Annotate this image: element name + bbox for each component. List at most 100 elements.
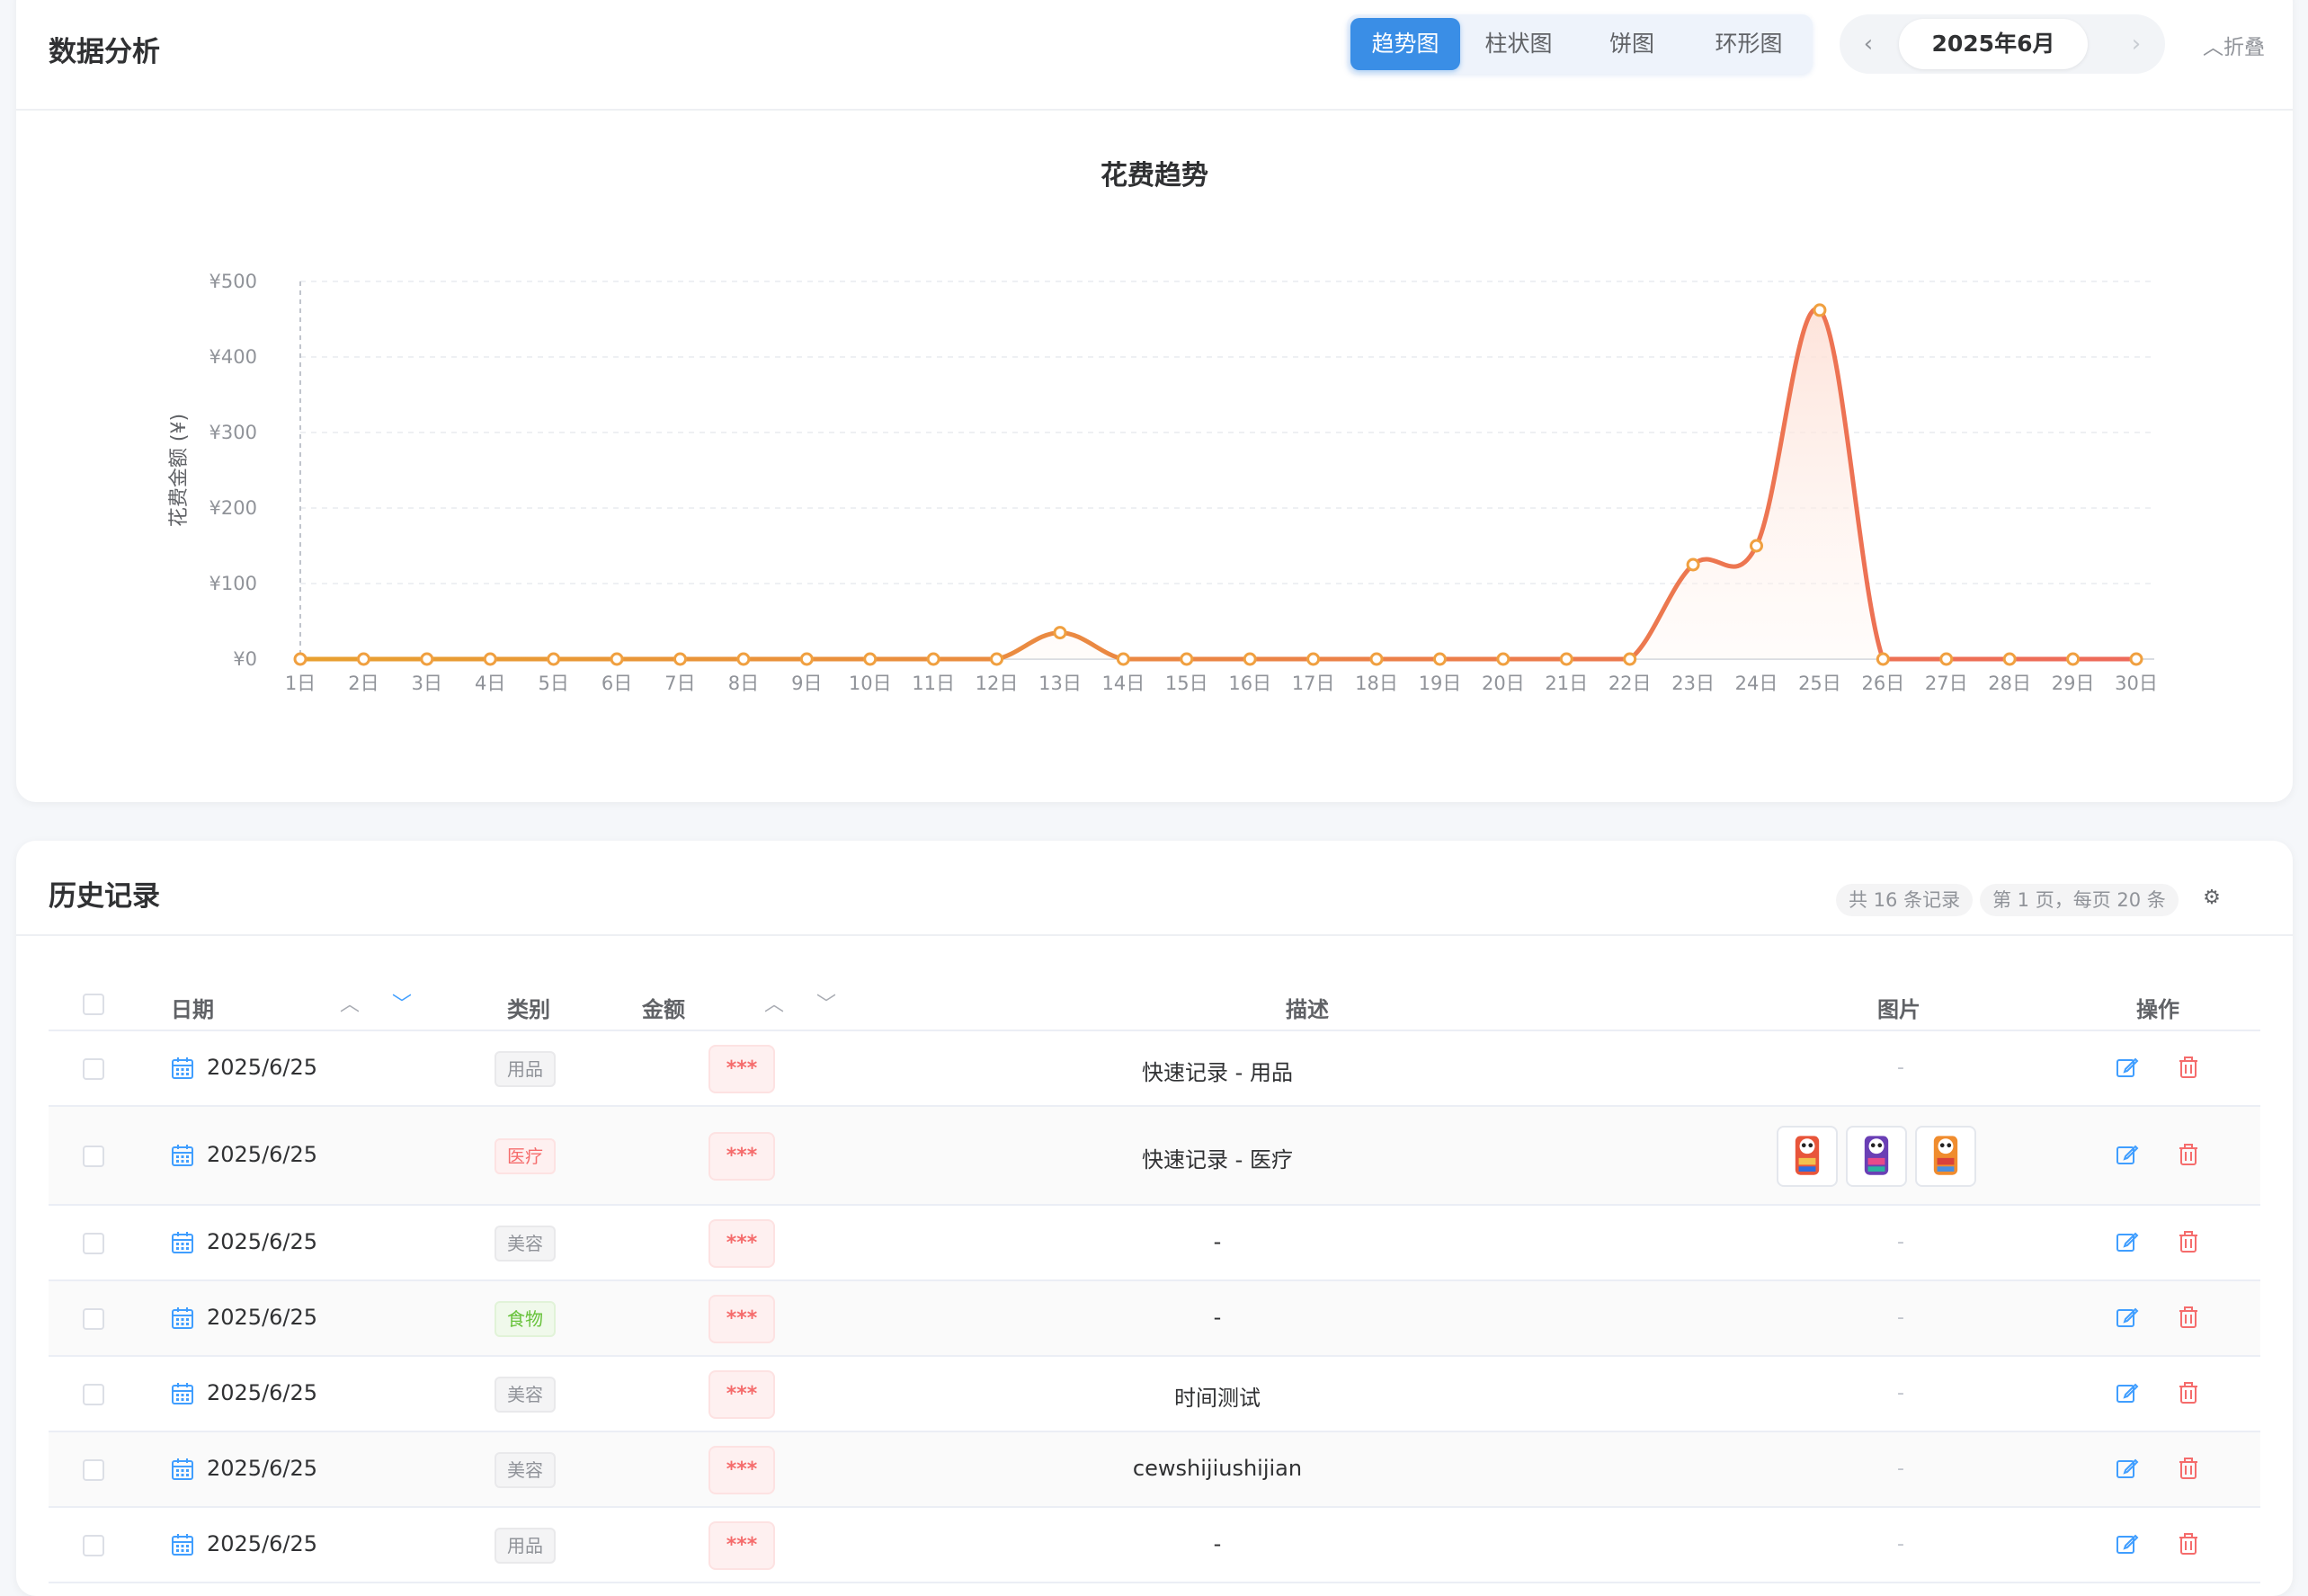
data-point[interactable]: [1243, 652, 1257, 666]
data-point[interactable]: [1306, 652, 1321, 666]
tab-pie[interactable]: 饼图: [1577, 18, 1687, 70]
x-tick-label: 21日: [1545, 673, 1588, 694]
delete-icon[interactable]: [2176, 1229, 2201, 1254]
row-description: 时间测试: [1174, 1386, 1261, 1411]
table-row[interactable]: 2025/6/25 食物 *** - -: [49, 1281, 2260, 1357]
data-point[interactable]: [1180, 652, 1194, 666]
sort-asc-icon[interactable]: ︿: [764, 988, 784, 1017]
table-row[interactable]: 2025/6/25 用品 *** - -: [49, 1508, 2260, 1583]
table-row[interactable]: 2025/6/25 美容 *** cewshijiushijian -: [49, 1432, 2260, 1508]
image-thumbnail[interactable]: [1777, 1126, 1838, 1187]
data-point[interactable]: [356, 652, 370, 666]
row-checkbox[interactable]: [83, 1146, 104, 1167]
category-tag: 用品: [495, 1051, 556, 1087]
chevron-left-icon[interactable]: ‹: [1843, 14, 1894, 74]
delete-icon[interactable]: [2176, 1142, 2201, 1167]
x-tick-label: 30日: [2115, 673, 2158, 694]
data-point[interactable]: [1496, 652, 1510, 666]
x-tick-label: 14日: [1102, 673, 1145, 694]
edit-icon[interactable]: [2115, 1305, 2140, 1330]
grid-lines: [299, 281, 2154, 660]
row-checkbox[interactable]: [83, 1384, 104, 1405]
gear-icon[interactable]: ⚙: [2196, 882, 2228, 914]
delete-icon[interactable]: [2176, 1055, 2201, 1080]
row-description: cewshijiushijian: [1132, 1456, 1303, 1481]
data-point[interactable]: [673, 652, 687, 666]
row-date: 2025/6/25: [207, 1142, 318, 1167]
image-thumbnail[interactable]: [1915, 1126, 1976, 1187]
table-row[interactable]: 2025/6/25 用品 *** 快速记录 - 用品 -: [49, 1031, 2260, 1107]
x-tick-label: 8日: [728, 673, 759, 694]
collapse-button[interactable]: ︿折叠: [2203, 30, 2265, 60]
data-point[interactable]: [1559, 652, 1573, 666]
row-checkbox[interactable]: [83, 1535, 104, 1556]
amount-masked[interactable]: ***: [708, 1219, 775, 1268]
row-checkbox[interactable]: [83, 1459, 104, 1481]
table-row[interactable]: 2025/6/25 美容 *** - -: [49, 1206, 2260, 1281]
sort-desc-icon[interactable]: ﹀: [816, 988, 836, 1017]
amount-masked[interactable]: ***: [708, 1295, 775, 1343]
edit-icon[interactable]: [2115, 1456, 2140, 1481]
row-checkbox[interactable]: [83, 1308, 104, 1330]
image-thumbnail[interactable]: [1846, 1126, 1907, 1187]
chevron-right-icon[interactable]: ›: [2111, 14, 2161, 74]
data-point[interactable]: [799, 652, 814, 666]
data-point[interactable]: [547, 652, 561, 666]
row-checkbox[interactable]: [83, 1058, 104, 1080]
data-point[interactable]: [1813, 303, 1827, 317]
tab-bar[interactable]: 柱状图: [1464, 18, 1573, 70]
data-point[interactable]: [1876, 652, 1890, 666]
amount-masked[interactable]: ***: [708, 1132, 775, 1181]
edit-icon[interactable]: [2115, 1229, 2140, 1254]
month-label[interactable]: 2025年6月: [1899, 19, 2088, 69]
data-point[interactable]: [610, 652, 624, 666]
data-point[interactable]: [1053, 626, 1067, 640]
edit-icon[interactable]: [2115, 1531, 2140, 1556]
data-point[interactable]: [1116, 652, 1130, 666]
amount-masked[interactable]: ***: [708, 1370, 775, 1419]
edit-icon[interactable]: [2115, 1055, 2140, 1080]
col-date[interactable]: 日期: [171, 992, 214, 1023]
data-point[interactable]: [1939, 652, 1954, 666]
delete-icon[interactable]: [2176, 1456, 2201, 1481]
data-point[interactable]: [1369, 652, 1384, 666]
data-point[interactable]: [926, 652, 940, 666]
edit-icon[interactable]: [2115, 1380, 2140, 1405]
sort-desc-icon[interactable]: ﹀: [392, 988, 412, 1017]
y-tick-label: ¥300: [209, 422, 257, 443]
amount-masked[interactable]: ***: [708, 1521, 775, 1570]
data-point[interactable]: [1432, 652, 1447, 666]
select-all-checkbox[interactable]: [83, 994, 104, 1015]
data-point[interactable]: [293, 652, 307, 666]
row-description: -: [1213, 1229, 1222, 1254]
data-point[interactable]: [2066, 652, 2081, 666]
table-row[interactable]: 2025/6/25 美容 *** 时间测试 -: [49, 1357, 2260, 1432]
data-point[interactable]: [1750, 539, 1764, 553]
data-point[interactable]: [990, 652, 1004, 666]
data-point[interactable]: [736, 652, 751, 666]
delete-icon[interactable]: [2176, 1531, 2201, 1556]
data-point[interactable]: [1686, 557, 1700, 572]
x-tick-label: 5日: [538, 673, 568, 694]
row-checkbox[interactable]: [83, 1233, 104, 1254]
history-panel: 历史记录 共 16 条记录 第 1 页，每页 20 条 ⚙ 日期 ︿ ﹀ 类别 …: [16, 841, 2293, 1596]
delete-icon[interactable]: [2176, 1305, 2201, 1330]
y-tick-label: ¥200: [209, 497, 257, 519]
tab-trend[interactable]: 趋势图: [1350, 18, 1460, 70]
amount-masked[interactable]: ***: [708, 1045, 775, 1093]
data-point[interactable]: [863, 652, 878, 666]
data-point[interactable]: [420, 652, 434, 666]
data-point[interactable]: [2002, 652, 2017, 666]
amount-masked[interactable]: ***: [708, 1446, 775, 1494]
spend-area: [300, 308, 2136, 659]
delete-icon[interactable]: [2176, 1380, 2201, 1405]
no-image: -: [1897, 1306, 1904, 1329]
data-point[interactable]: [483, 652, 497, 666]
edit-icon[interactable]: [2115, 1142, 2140, 1167]
data-point[interactable]: [2129, 652, 2143, 666]
sort-asc-icon[interactable]: ︿: [340, 988, 360, 1017]
tab-donut[interactable]: 环形图: [1690, 18, 1807, 70]
data-point[interactable]: [1623, 652, 1637, 666]
table-row[interactable]: 2025/6/25 医疗 *** 快速记录 - 医疗: [49, 1107, 2260, 1206]
col-amount[interactable]: 金额: [642, 992, 685, 1023]
